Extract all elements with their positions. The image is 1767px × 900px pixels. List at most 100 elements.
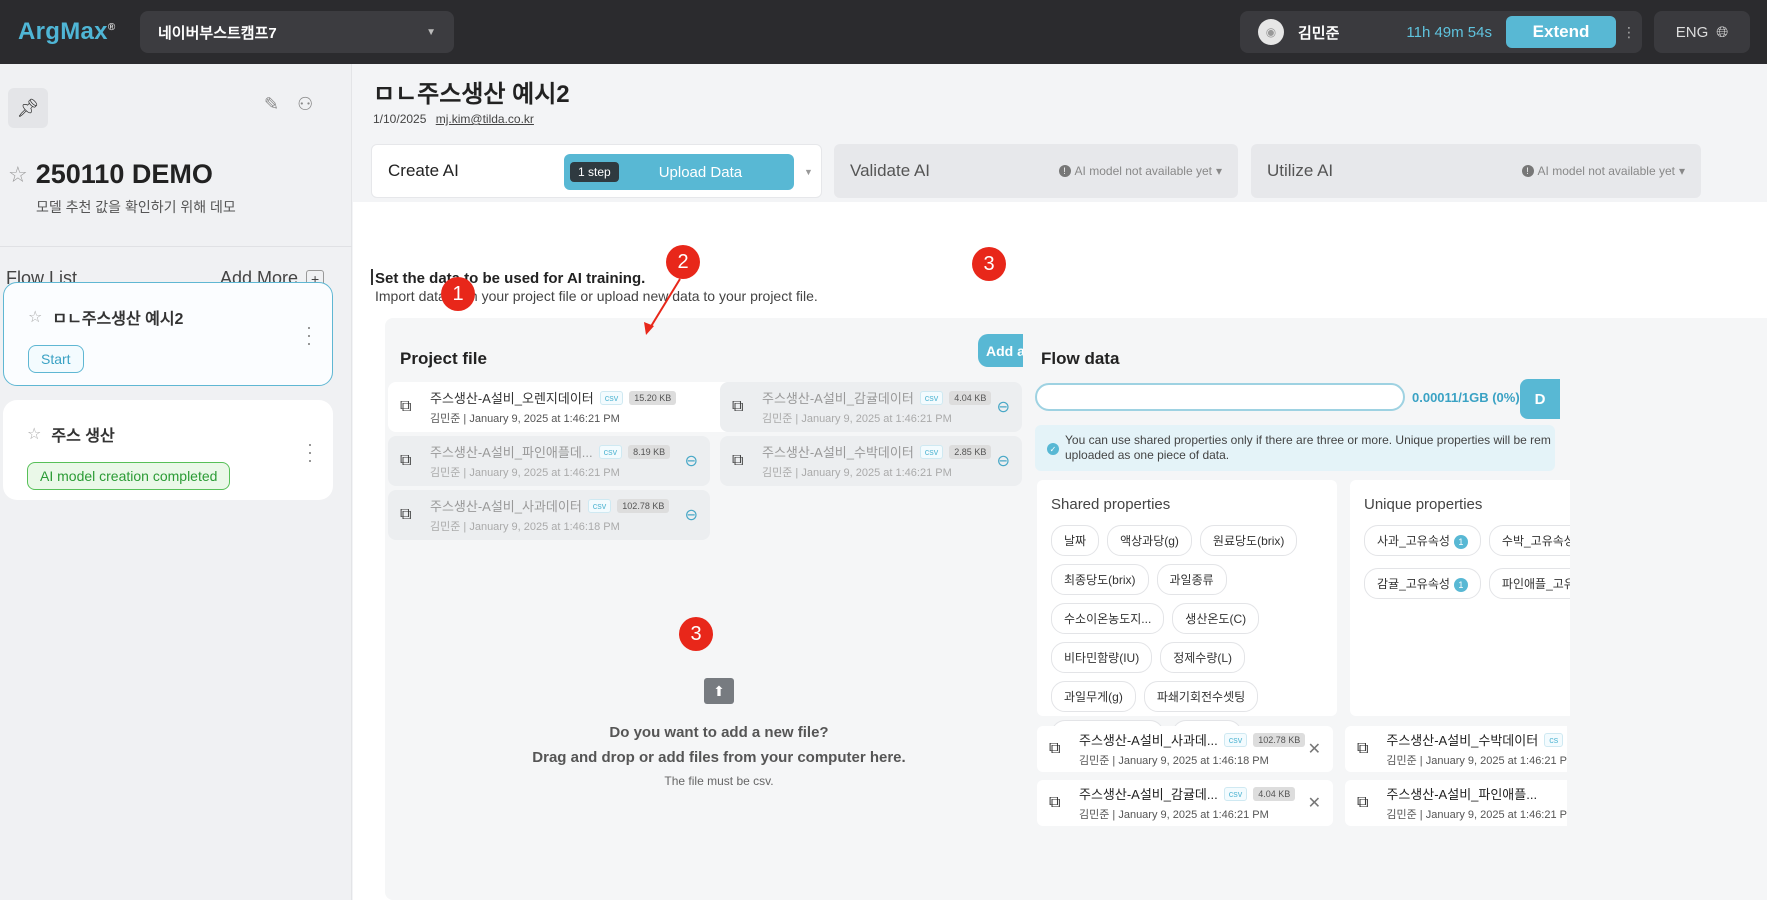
flow-data-file-item[interactable]: ⧉ 주스생산-A설비_감귤데... csv 4.04 KB 김민준 | Januar… <box>1037 780 1333 826</box>
annotation-marker-1: 1 <box>441 277 475 311</box>
close-icon[interactable]: ✕ <box>1308 739 1321 759</box>
annotation-marker-3b: 3 <box>679 617 713 651</box>
flow-card-1[interactable]: ☆ ㅁㄴ주스생산 예시2 · · · Start <box>3 282 333 386</box>
shared-properties: Shared properties 날짜 액상과당(g) 원료당도(brix) 최종당… <box>1037 480 1337 751</box>
user-name: 김민준 <box>1298 24 1340 42</box>
upload-data-step-button[interactable]: 1 step Upload Data <box>564 154 794 190</box>
argmax-logo[interactable]: ArgMax® <box>18 18 116 46</box>
not-available-note: ! AI model not available yet ▾ <box>1058 164 1222 178</box>
copy-icon: ⧉ <box>400 452 412 469</box>
project-title: ☆ 250110 DEMO <box>8 159 213 189</box>
unique-property-chip[interactable]: 수박_고유속성 <box>1488 525 1570 556</box>
flow-data-title: Flow data <box>1041 349 1120 368</box>
status-badge: Start <box>28 345 84 373</box>
copy-icon: ⧉ <box>1049 794 1061 811</box>
copy-icon: ⧉ <box>732 398 744 415</box>
link-icon[interactable]: ⊖ <box>685 505 698 525</box>
annotation-marker-3: 3 <box>972 247 1006 281</box>
shared-property-chip[interactable]: 수소이온농도지... <box>1051 603 1165 634</box>
project-file-item[interactable]: ⧉ 주스생산-A설비_오렌지데이터 csv 15.20 KB 김민준 | Janua… <box>388 382 748 432</box>
flow-data-panel: Flow data 0.00011/1GB (0%) D ✓ You can u… <box>1023 318 1767 900</box>
language-select[interactable]: ENG 🌐︎ <box>1654 11 1750 53</box>
info-icon: ! <box>1521 165 1534 177</box>
top-bar: ArgMax® 네이버부스트캠프7 ▼ ◉ 김민준 11h 49m 54s Ex… <box>0 0 1767 64</box>
language-label: ENG <box>1675 23 1709 41</box>
shared-property-chip[interactable]: 과일종류 <box>1156 564 1227 595</box>
main-area: ㅁㄴ주스생산 예시2 1/10/2025 mj.kim@tilda.co.kr … <box>353 64 1767 900</box>
check-circle-icon: ✓ <box>1047 443 1059 455</box>
stepper: Create AI 1 step Upload Data ▼ Validate … <box>371 144 1767 198</box>
flow-data-file-item[interactable]: ⧉ 주스생산-A설비_파인애플... 김민준 | January 9, 2025… <box>1345 780 1567 826</box>
project-file-item[interactable]: ⧉ 주스생산-A설비_수박데이터 csv 2.85 KB 김민준 | January… <box>720 436 1022 486</box>
copy-icon: ⧉ <box>732 452 744 469</box>
close-icon[interactable]: ✕ <box>1308 793 1321 813</box>
divider <box>0 246 352 247</box>
annotation-marker-2: 2 <box>666 245 700 279</box>
project-file-item[interactable]: ⧉ 주스생산-A설비_파인애플데... csv 8.19 KB 김민준 | Janu… <box>388 436 710 486</box>
unique-property-chip[interactable]: 파인애플_고유 <box>1488 568 1570 599</box>
unique-properties: Unique properties 사과_고유속성 1 수박_고유속성 감귤_고유… <box>1350 480 1570 716</box>
shared-property-chip[interactable]: 비타민함량(IU) <box>1051 642 1153 673</box>
email-link[interactable]: mj.kim@tilda.co.kr <box>436 112 534 126</box>
step-create-ai[interactable]: Create AI 1 step Upload Data ▼ <box>371 144 822 198</box>
more-vertical-icon[interactable]: · · · <box>306 318 312 352</box>
extend-button[interactable]: Extend <box>1506 16 1616 48</box>
copy-icon: ⧉ <box>400 506 412 523</box>
flow-card-2[interactable]: ☆ 주스 생산 · · · AI model creation completed <box>3 400 333 500</box>
section-title: Set the data to be used for AI training. <box>370 269 646 287</box>
flow-data-file-item[interactable]: ⧉ 주스생산-A설비_사과데... csv 102.78 KB 김민준 | Janu… <box>1037 726 1333 772</box>
star-icon[interactable]: ☆ <box>8 162 28 188</box>
star-icon[interactable]: ☆ <box>28 307 42 327</box>
workspace-select[interactable]: 네이버부스트캠프7 ▼ <box>140 11 454 53</box>
shared-property-chip[interactable]: 액상과당(g) <box>1107 525 1192 556</box>
page-meta: 1/10/2025 mj.kim@tilda.co.kr <box>373 112 534 126</box>
shared-property-chip[interactable]: 날짜 <box>1051 525 1100 556</box>
shared-property-chip[interactable]: 생산온도(C) <box>1172 603 1260 634</box>
link-icon[interactable]: ⊖ <box>997 451 1010 471</box>
copy-icon: ⧉ <box>1049 740 1061 757</box>
unique-property-chip[interactable]: 사과_고유속성 1 <box>1364 525 1481 556</box>
more-vertical-icon[interactable]: ⋮ <box>1616 24 1642 41</box>
unique-property-chip[interactable]: 감귤_고유속성 1 <box>1364 568 1481 599</box>
shared-property-chip[interactable]: 최종당도(brix) <box>1051 564 1149 595</box>
user-settings-icon[interactable]: ⚇ <box>297 94 313 115</box>
session-timer: 11h 49m 54s <box>1406 23 1492 41</box>
copy-icon: ⧉ <box>400 398 412 415</box>
step-validate-ai[interactable]: Validate AI ! AI model not available yet … <box>834 144 1238 198</box>
chevron-down-icon[interactable]: ▼ <box>804 167 813 177</box>
page-title: ㅁㄴ주스생산 예시2 <box>373 81 570 108</box>
globe-icon: 🌐︎ <box>1716 23 1729 41</box>
edit-icon[interactable]: ✎ <box>264 94 279 115</box>
shared-properties-notice: ✓ You can use shared properties only if … <box>1035 425 1555 471</box>
flow-data-file-item[interactable]: ⧉ 주스생산-A설비_수박데이터 cs 김민준 | January 9, 2025… <box>1345 726 1567 772</box>
link-icon[interactable]: ⊖ <box>997 397 1010 417</box>
project-description: 모델 추천 값을 확인하기 위해 데모 <box>36 199 236 215</box>
workspace-name: 네이버부스트캠프7 <box>158 24 277 42</box>
copy-icon: ⧉ <box>1357 740 1369 757</box>
shared-property-chip[interactable]: 과일무게(g) <box>1051 681 1136 712</box>
storage-usage-text: 0.00011/1GB (0%) <box>1412 390 1520 405</box>
more-vertical-icon[interactable]: · · · <box>307 435 313 469</box>
star-icon[interactable]: ☆ <box>27 424 41 444</box>
sidebar: 📌︎ ✎ ⚇ ☆ 250110 DEMO 모델 추천 값을 확인하기 위해 데모… <box>0 64 352 900</box>
step-utilize-ai[interactable]: Utilize AI ! AI model not available yet ▾ <box>1251 144 1701 198</box>
shared-property-chip[interactable]: 정제수량(L) <box>1160 642 1246 673</box>
not-available-note: ! AI model not available yet ▾ <box>1521 164 1685 178</box>
chevron-down-icon: ▼ <box>426 26 436 38</box>
shared-property-chip[interactable]: 원료당도(brix) <box>1199 525 1298 556</box>
flow-data-action-button[interactable]: D <box>1520 379 1560 419</box>
user-session: ◉ 김민준 11h 49m 54s Extend ⋮ <box>1240 11 1642 53</box>
project-file-item[interactable]: ⧉ 주스생산-A설비_사과데이터 csv 102.78 KB 김민준 | Janua… <box>388 490 710 540</box>
info-icon: ! <box>1058 165 1071 177</box>
status-badge: AI model creation completed <box>27 462 231 490</box>
project-file-item[interactable]: ⧉ 주스생산-A설비_감귤데이터 csv 4.04 KB 김민준 | January… <box>720 382 1022 432</box>
avatar[interactable]: ◉ <box>1258 19 1284 45</box>
storage-usage-bar <box>1035 383 1405 411</box>
file-drop-zone[interactable]: ⬆ Do you want to add a new file? Drag an… <box>385 678 1053 788</box>
pin-icon[interactable]: 📌︎ <box>8 88 48 128</box>
shared-property-chip[interactable]: 파쇄기회전수셋팅 <box>1143 681 1259 712</box>
project-file-title: Project file <box>400 349 487 368</box>
folder-upload-icon: ⬆ <box>704 678 734 704</box>
project-file-panel: Project file Add a file ⧉ 주스생산-A설비_오렌지데이… <box>385 318 1057 900</box>
link-icon[interactable]: ⊖ <box>685 451 698 471</box>
